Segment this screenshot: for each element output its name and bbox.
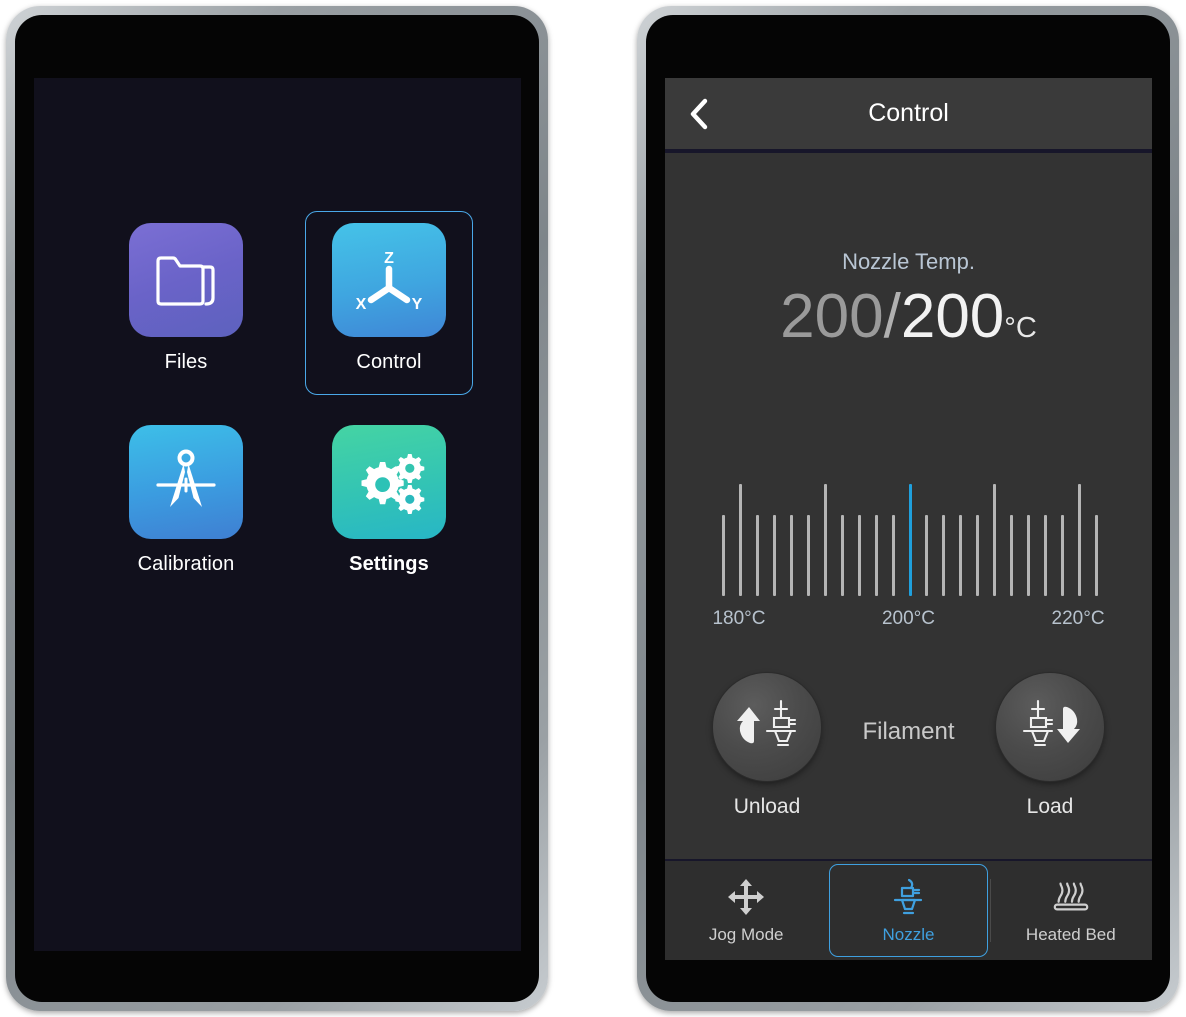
ruler-tick (1044, 515, 1048, 596)
nozzle-temp-unit: °C (1004, 312, 1037, 344)
ruler-label: 200°C (881, 608, 936, 629)
tile-settings-label: Settings (349, 553, 429, 575)
tab-heated-bed-label: Heated Bed (1025, 925, 1116, 944)
device-right-bezel: Control Nozzle Temp. 200/200°C 180°C 200°… (646, 15, 1170, 1002)
filament-unload-label: Unload (733, 795, 801, 818)
folder-icon (129, 223, 243, 337)
svg-text:Z: Z (384, 250, 394, 267)
device-right-control: Control Nozzle Temp. 200/200°C 180°C 200°… (637, 6, 1179, 1011)
tab-jog-mode[interactable]: Jog Mode (667, 864, 825, 957)
control-header: Control (665, 78, 1152, 153)
nozzle-temp-target: 200 (900, 282, 1005, 351)
control-body: Nozzle Temp. 200/200°C 180°C 200°C 220°C F… (665, 153, 1152, 859)
ruler-tick (976, 515, 980, 596)
tile-control-label: Control (356, 351, 422, 373)
tab-nozzle-label: Nozzle (882, 925, 935, 944)
ruler-tick (993, 484, 997, 596)
home-screen: Files Z X Y Control Calibration Settings (34, 78, 521, 951)
tile-calibration-label: Calibration (137, 553, 235, 575)
ruler-tick (1078, 484, 1082, 596)
ruler-tick (806, 515, 810, 596)
ruler-tick (891, 515, 895, 596)
ruler-tick (1010, 515, 1014, 596)
compass-icon (129, 425, 243, 539)
svg-text:Y: Y (412, 296, 423, 313)
ruler-tick (1061, 515, 1065, 596)
gears-icon (332, 425, 446, 539)
ruler-label: 220°C (1051, 608, 1105, 629)
tile-settings[interactable]: Settings (305, 413, 473, 597)
ruler-tick (874, 515, 878, 596)
ruler-ticks[interactable] (722, 478, 1098, 596)
tab-jog-mode-label: Jog Mode (708, 925, 784, 944)
chevron-left-icon[interactable] (682, 97, 716, 131)
screenshot-stage: Files Z X Y Control Calibration Settings… (0, 0, 1186, 1017)
filament-load-button[interactable]: Load (994, 673, 1106, 819)
filament-controls: Filament Unload Load (665, 673, 1152, 848)
tile-control[interactable]: Z X Y Control (305, 211, 473, 395)
tile-files[interactable]: Files (102, 211, 270, 395)
nozzle-temp-label: Nozzle Temp. (842, 249, 975, 274)
tab-nozzle[interactable]: Nozzle (829, 864, 988, 957)
tab-heated-bed[interactable]: Heated Bed (989, 864, 1150, 957)
ruler-tick (925, 515, 929, 596)
filament-load-icon (996, 673, 1104, 781)
tile-files-label: Files (164, 351, 208, 373)
ruler-tick (823, 484, 827, 596)
ruler-tick (772, 515, 776, 596)
nozzle-temp-readout: 200/200°C (665, 281, 1152, 352)
temperature-ruler[interactable]: 180°C 200°C 220°C (665, 478, 1152, 632)
control-tabbar: Jog Mode Nozzle Heated Bed (665, 859, 1152, 960)
ruler-tick (959, 515, 963, 596)
ruler-tick (789, 515, 793, 596)
filament-unload-icon (713, 673, 821, 781)
heated-bed-icon (1050, 876, 1092, 918)
device-left-bezel: Files Z X Y Control Calibration Settings (15, 15, 539, 1002)
ruler-labels: 180°C 200°C 220°C (712, 608, 1104, 632)
nozzle-temp-current: 200 (780, 282, 884, 351)
ruler-label: 180°C (712, 608, 766, 629)
ruler-tick (840, 515, 844, 596)
ruler-tick (908, 484, 912, 596)
filament-unload-button[interactable]: Unload (711, 673, 823, 819)
move-arrows-icon (725, 876, 767, 918)
ruler-tick (755, 515, 759, 596)
filament-load-label: Load (1026, 795, 1074, 818)
device-left-home: Files Z X Y Control Calibration Settings (6, 6, 548, 1011)
home-app-grid: Files Z X Y Control Calibration Settings (34, 78, 521, 951)
xyz-axis-icon: Z X Y (332, 223, 446, 337)
tile-calibration[interactable]: Calibration (102, 413, 270, 597)
svg-text:X: X (356, 296, 367, 313)
nozzle-temp-separator: / (883, 282, 901, 351)
ruler-tick (1027, 515, 1031, 596)
page-title: Control (868, 99, 949, 127)
ruler-tick (1095, 515, 1098, 596)
ruler-tick (738, 484, 742, 596)
ruler-tick (857, 515, 861, 596)
nozzle-icon (887, 876, 929, 918)
ruler-tick (722, 515, 725, 596)
control-screen: Control Nozzle Temp. 200/200°C 180°C 200°… (665, 78, 1152, 960)
ruler-tick (942, 515, 946, 596)
